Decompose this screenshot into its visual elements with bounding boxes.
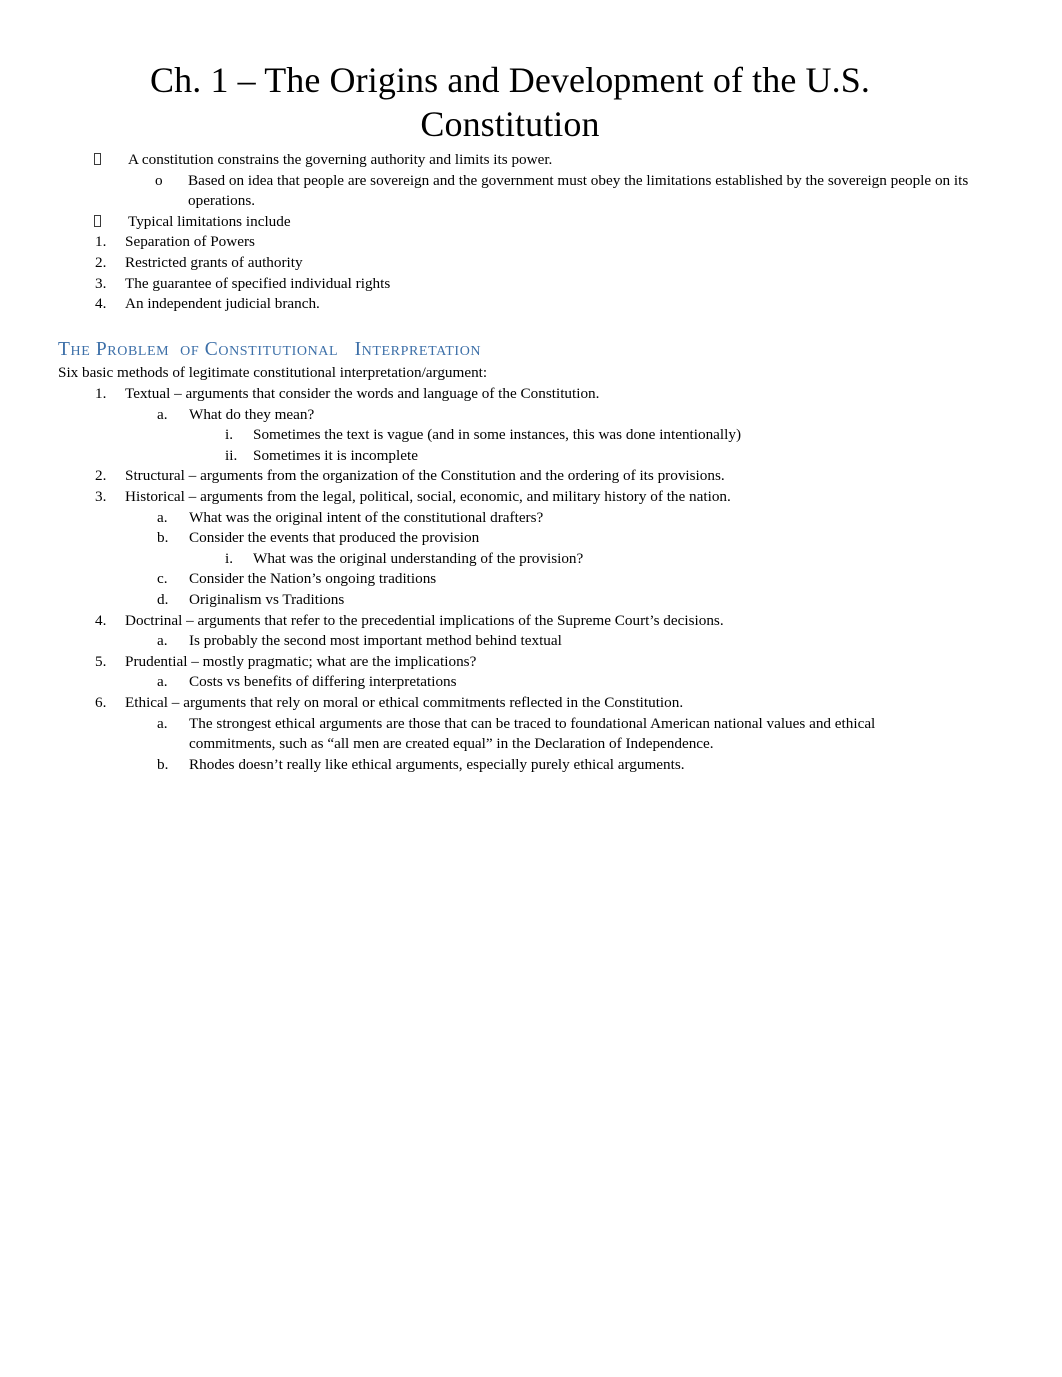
- list-marker: 2.: [95, 467, 107, 485]
- list-marker: a.: [157, 714, 168, 732]
- outline-item: o Based on idea that people are sovereign…: [0, 171, 1062, 212]
- list-marker: b.: [157, 529, 169, 547]
- outline-item: 4. Doctrinal – arguments that refer to th…: [0, 611, 1062, 632]
- outline-item: 3. The guarantee of specified individual …: [0, 274, 1062, 295]
- list-marker: 6.: [95, 693, 107, 711]
- section-heading: The Problem of Constitutional Interpreta…: [58, 339, 482, 360]
- list-marker: b.: [157, 755, 169, 773]
- list-marker: 1.: [95, 385, 107, 402]
- list-marker: a.: [157, 405, 168, 423]
- outline-item: 2. Structural – arguments from the organi…: [0, 466, 1062, 487]
- outline-item-text: Rhodes doesn’t really like ethical argum…: [189, 755, 685, 773]
- outline-item: d. Originalism vs Traditions: [0, 590, 1062, 611]
- outline-item-text: What do they mean?: [189, 405, 315, 423]
- outline-item-text: What was the original understanding of t…: [253, 549, 584, 567]
- outline-item: b. Consider the events that produced the …: [0, 528, 1062, 549]
- list-marker: 3.: [95, 487, 107, 505]
- document-page: Ch. 1 – The Origins and Development of t…: [0, 0, 1062, 1377]
- list-marker: 4.: [95, 611, 107, 629]
- list-marker: o: [155, 171, 163, 189]
- bullet-box-icon: [94, 212, 101, 233]
- list-marker: a.: [157, 508, 168, 526]
- outline-item: ii. Sometimes it is incomplete: [0, 446, 1062, 467]
- outline-item-text: Separation of Powers: [125, 233, 255, 251]
- list-marker: c.: [157, 570, 168, 588]
- outline-item-text: Originalism vs Traditions: [189, 590, 345, 608]
- outline-item: a. Costs vs benefits of differing interpr…: [0, 672, 1062, 693]
- list-marker: d.: [157, 590, 169, 608]
- outline-item: 2. Restricted grants of authority: [0, 253, 1062, 274]
- outline-item: 3. Historical – arguments from the legal,…: [0, 487, 1062, 508]
- outline-item-text: Textual – arguments that consider the wo…: [125, 385, 600, 402]
- outline-item-text: The guarantee of specified individual ri…: [125, 274, 391, 292]
- outline-item-text: Prudential – mostly pragmatic; what are …: [125, 652, 477, 670]
- list-marker: i.: [225, 426, 234, 444]
- bullet-box-icon: [94, 150, 101, 171]
- list-marker: 3.: [95, 274, 107, 292]
- outline-item-text: Based on idea that people are sovereign …: [188, 171, 969, 210]
- outline-item: A constitution constrains the governing …: [0, 150, 1062, 171]
- intro-outline-list: A constitution constrains the governing …: [0, 150, 1062, 315]
- outline-item-text: Typical limitations include: [128, 212, 291, 230]
- list-marker: 5.: [95, 652, 107, 670]
- outline-item: 6. Ethical – arguments that rely on moral…: [0, 693, 1062, 714]
- outline-item: 1. Separation of Powers: [0, 232, 1062, 253]
- outline-item-text: Consider the events that produced the pr…: [189, 529, 480, 547]
- outline-item: a. The strongest ethical arguments are th…: [0, 714, 1062, 755]
- outline-item-text: Historical – arguments from the legal, p…: [125, 487, 731, 505]
- section-outline-list: 1. Textual – arguments that consider the …: [0, 384, 1062, 775]
- list-marker: 1.: [95, 233, 107, 251]
- outline-item: a. What do they mean?: [0, 405, 1062, 426]
- outline-item: b. Rhodes doesn’t really like ethical arg…: [0, 755, 1062, 776]
- outline-item-text: What was the original intent of the cons…: [189, 508, 544, 526]
- section-lead-text: Six basic methods of legitimate constitu…: [58, 364, 488, 381]
- outline-item-text: Doctrinal – arguments that refer to the …: [125, 611, 724, 629]
- list-marker: i.: [225, 549, 234, 567]
- list-marker: ii.: [225, 446, 238, 464]
- missing-glyph-icon: [94, 214, 101, 227]
- outline-item-text: Ethical – arguments that rely on moral o…: [125, 693, 684, 711]
- outline-item-text: Sometimes the text is vague (and in some…: [253, 426, 742, 444]
- outline-item: a. Is probably the second most important …: [0, 631, 1062, 652]
- title-line-1: Ch. 1 – The Origins and Development of t…: [150, 60, 870, 100]
- outline-item-text: Costs vs benefits of differing interpret…: [189, 673, 457, 691]
- missing-glyph-icon: [94, 153, 101, 165]
- outline-item-text: The strongest ethical arguments are thos…: [189, 714, 876, 753]
- outline-item-text: Sometimes it is incomplete: [253, 446, 418, 464]
- outline-item: 4. An independent judicial branch.: [0, 294, 1062, 315]
- outline-item-text: Consider the Nation’s ongoing traditions: [189, 570, 437, 588]
- outline-item: Typical limitations include: [0, 212, 1062, 233]
- list-marker: 2.: [95, 253, 107, 271]
- outline-item: a. What was the original intent of the co…: [0, 508, 1062, 529]
- outline-item: i. Sometimes the text is vague (and in so…: [0, 425, 1062, 446]
- outline-item-text: Structural – arguments from the organiza…: [125, 467, 725, 485]
- list-marker: a.: [157, 632, 168, 650]
- outline-item: 1. Textual – arguments that consider the …: [0, 384, 1062, 405]
- outline-item: 5. Prudential – mostly pragmatic; what ar…: [0, 652, 1062, 673]
- title-line-2: Constitution: [420, 104, 600, 144]
- page-title: Ch. 1 – The Origins and Development of t…: [88, 58, 932, 146]
- outline-item: c. Consider the Nation’s ongoing traditio…: [0, 569, 1062, 590]
- outline-item-text: A constitution constrains the governing …: [128, 151, 553, 168]
- outline-item: i. What was the original understanding of…: [0, 549, 1062, 570]
- outline-item-text: An independent judicial branch.: [125, 295, 320, 313]
- outline-item-text: Is probably the second most important me…: [189, 632, 562, 650]
- list-marker: 4.: [95, 295, 107, 313]
- list-marker: a.: [157, 673, 168, 691]
- outline-item-text: Restricted grants of authority: [125, 253, 303, 271]
